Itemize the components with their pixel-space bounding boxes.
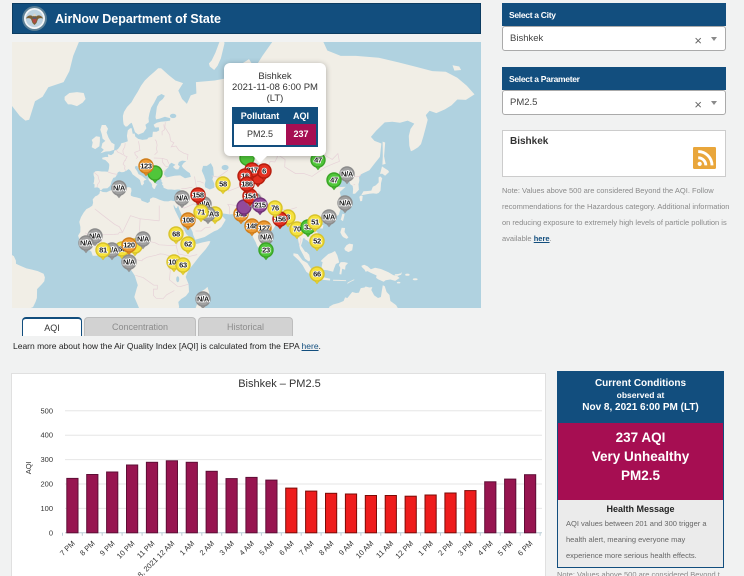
svg-text:200: 200 [40,480,53,489]
svg-text:148: 148 [246,222,258,231]
svg-text:52: 52 [313,237,321,246]
svg-text:186: 186 [241,180,253,189]
svg-text:108: 108 [182,216,194,225]
svg-text:123: 123 [140,162,152,171]
svg-text:120: 120 [123,241,135,250]
svg-text:11 AM: 11 AM [374,539,395,560]
svg-text:3 AM: 3 AM [218,539,236,557]
svg-text:6: 6 [262,167,266,176]
svg-text:6 PM: 6 PM [516,539,535,558]
svg-text:47: 47 [314,156,322,165]
svg-text:215: 215 [254,201,266,210]
svg-text:68: 68 [172,230,180,239]
svg-text:71: 71 [197,208,205,217]
svg-text:100: 100 [40,504,53,513]
svg-text:9 AM: 9 AM [337,539,355,557]
svg-text:2 AM: 2 AM [198,539,216,557]
svg-text:2 PM: 2 PM [436,539,455,558]
svg-text:5 PM: 5 PM [496,539,515,558]
svg-text:81: 81 [99,246,107,255]
svg-text:4 AM: 4 AM [237,539,255,557]
svg-text:10 AM: 10 AM [354,539,375,560]
svg-text:1 PM: 1 PM [416,539,435,558]
svg-text:4 PM: 4 PM [476,539,495,558]
svg-text:N/A: N/A [339,199,352,208]
svg-text:AQI: AQI [24,461,33,474]
svg-text:N/A: N/A [197,295,210,304]
svg-text:63: 63 [179,261,187,270]
svg-text:N/A: N/A [113,184,126,193]
svg-text:N/A: N/A [341,170,354,179]
svg-text:158: 158 [192,191,204,200]
svg-text:1 AM: 1 AM [178,539,196,557]
svg-text:N/A: N/A [137,235,150,244]
svg-text:3 PM: 3 PM [456,539,475,558]
svg-text:8 AM: 8 AM [317,539,335,557]
svg-text:76: 76 [271,204,279,213]
svg-text:N/A: N/A [323,213,336,222]
svg-text:300: 300 [40,455,53,464]
svg-text:6 AM: 6 AM [277,539,295,557]
svg-text:0: 0 [49,528,53,537]
svg-text:10 PM: 10 PM [115,539,137,561]
svg-text:7 PM: 7 PM [58,539,77,558]
svg-text:23: 23 [262,246,270,255]
svg-text:N/A: N/A [123,258,136,267]
svg-text:70: 70 [293,225,301,234]
svg-text:58: 58 [219,180,227,189]
svg-text:400: 400 [40,431,53,440]
svg-text:51: 51 [311,218,319,227]
svg-text:500: 500 [40,406,53,415]
svg-text:47: 47 [330,176,338,185]
svg-text:62: 62 [184,240,192,249]
svg-text:N/A: N/A [80,239,93,248]
svg-text:N/A: N/A [176,194,189,203]
svg-text:12 PM: 12 PM [393,539,415,561]
svg-text:N/A: N/A [260,233,273,242]
svg-text:7 AM: 7 AM [297,539,315,557]
svg-text:66: 66 [313,270,321,279]
svg-text:9 PM: 9 PM [98,539,117,558]
svg-text:8 PM: 8 PM [78,539,97,558]
svg-text:5 AM: 5 AM [257,539,275,557]
